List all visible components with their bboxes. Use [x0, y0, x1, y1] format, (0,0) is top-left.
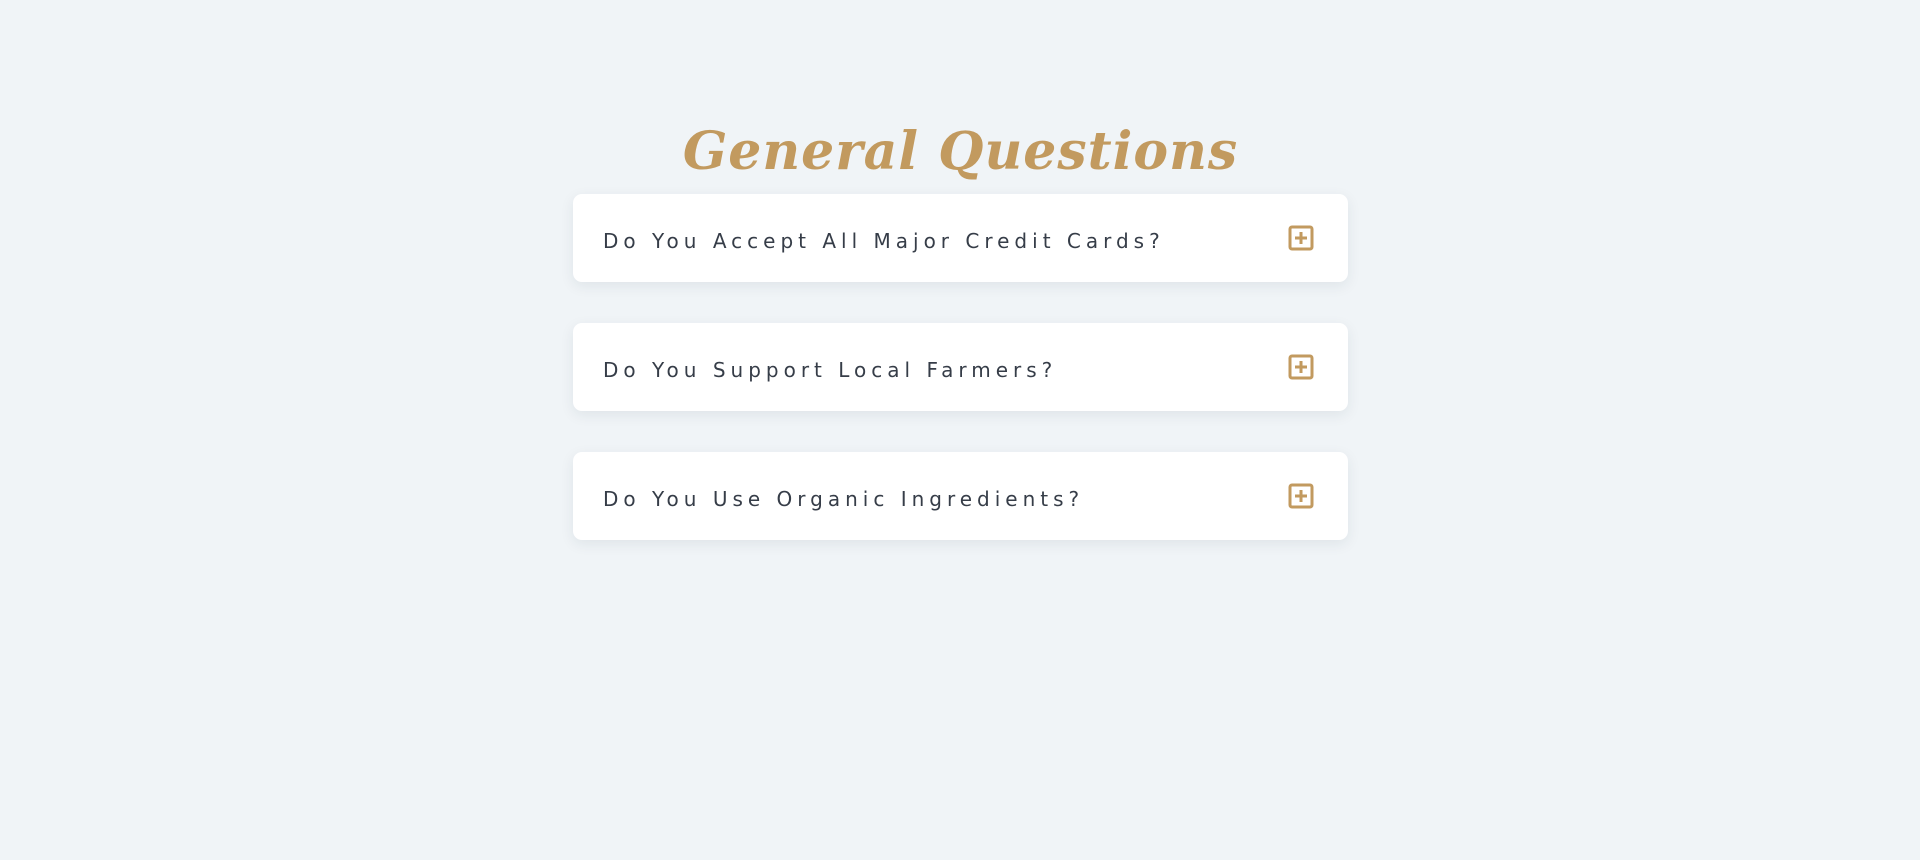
- faq-item-local-farmers[interactable]: Do You Support Local Farmers?: [573, 323, 1348, 411]
- faq-section: General Questions Do You Accept All Majo…: [573, 110, 1348, 540]
- faq-question: Do You Support Local Farmers?: [603, 358, 1058, 382]
- faq-question: Do You Use Organic Ingredients?: [603, 487, 1085, 511]
- faq-title: General Questions: [682, 121, 1239, 182]
- plus-square-icon[interactable]: [1286, 481, 1316, 511]
- faq-list: Do You Accept All Major Credit Cards? Do…: [573, 194, 1348, 540]
- plus-square-icon[interactable]: [1286, 352, 1316, 382]
- faq-item-organic-ingredients[interactable]: Do You Use Organic Ingredients?: [573, 452, 1348, 540]
- faq-item-credit-cards[interactable]: Do You Accept All Major Credit Cards?: [573, 194, 1348, 282]
- faq-question: Do You Accept All Major Credit Cards?: [603, 229, 1165, 253]
- plus-square-icon[interactable]: [1286, 223, 1316, 253]
